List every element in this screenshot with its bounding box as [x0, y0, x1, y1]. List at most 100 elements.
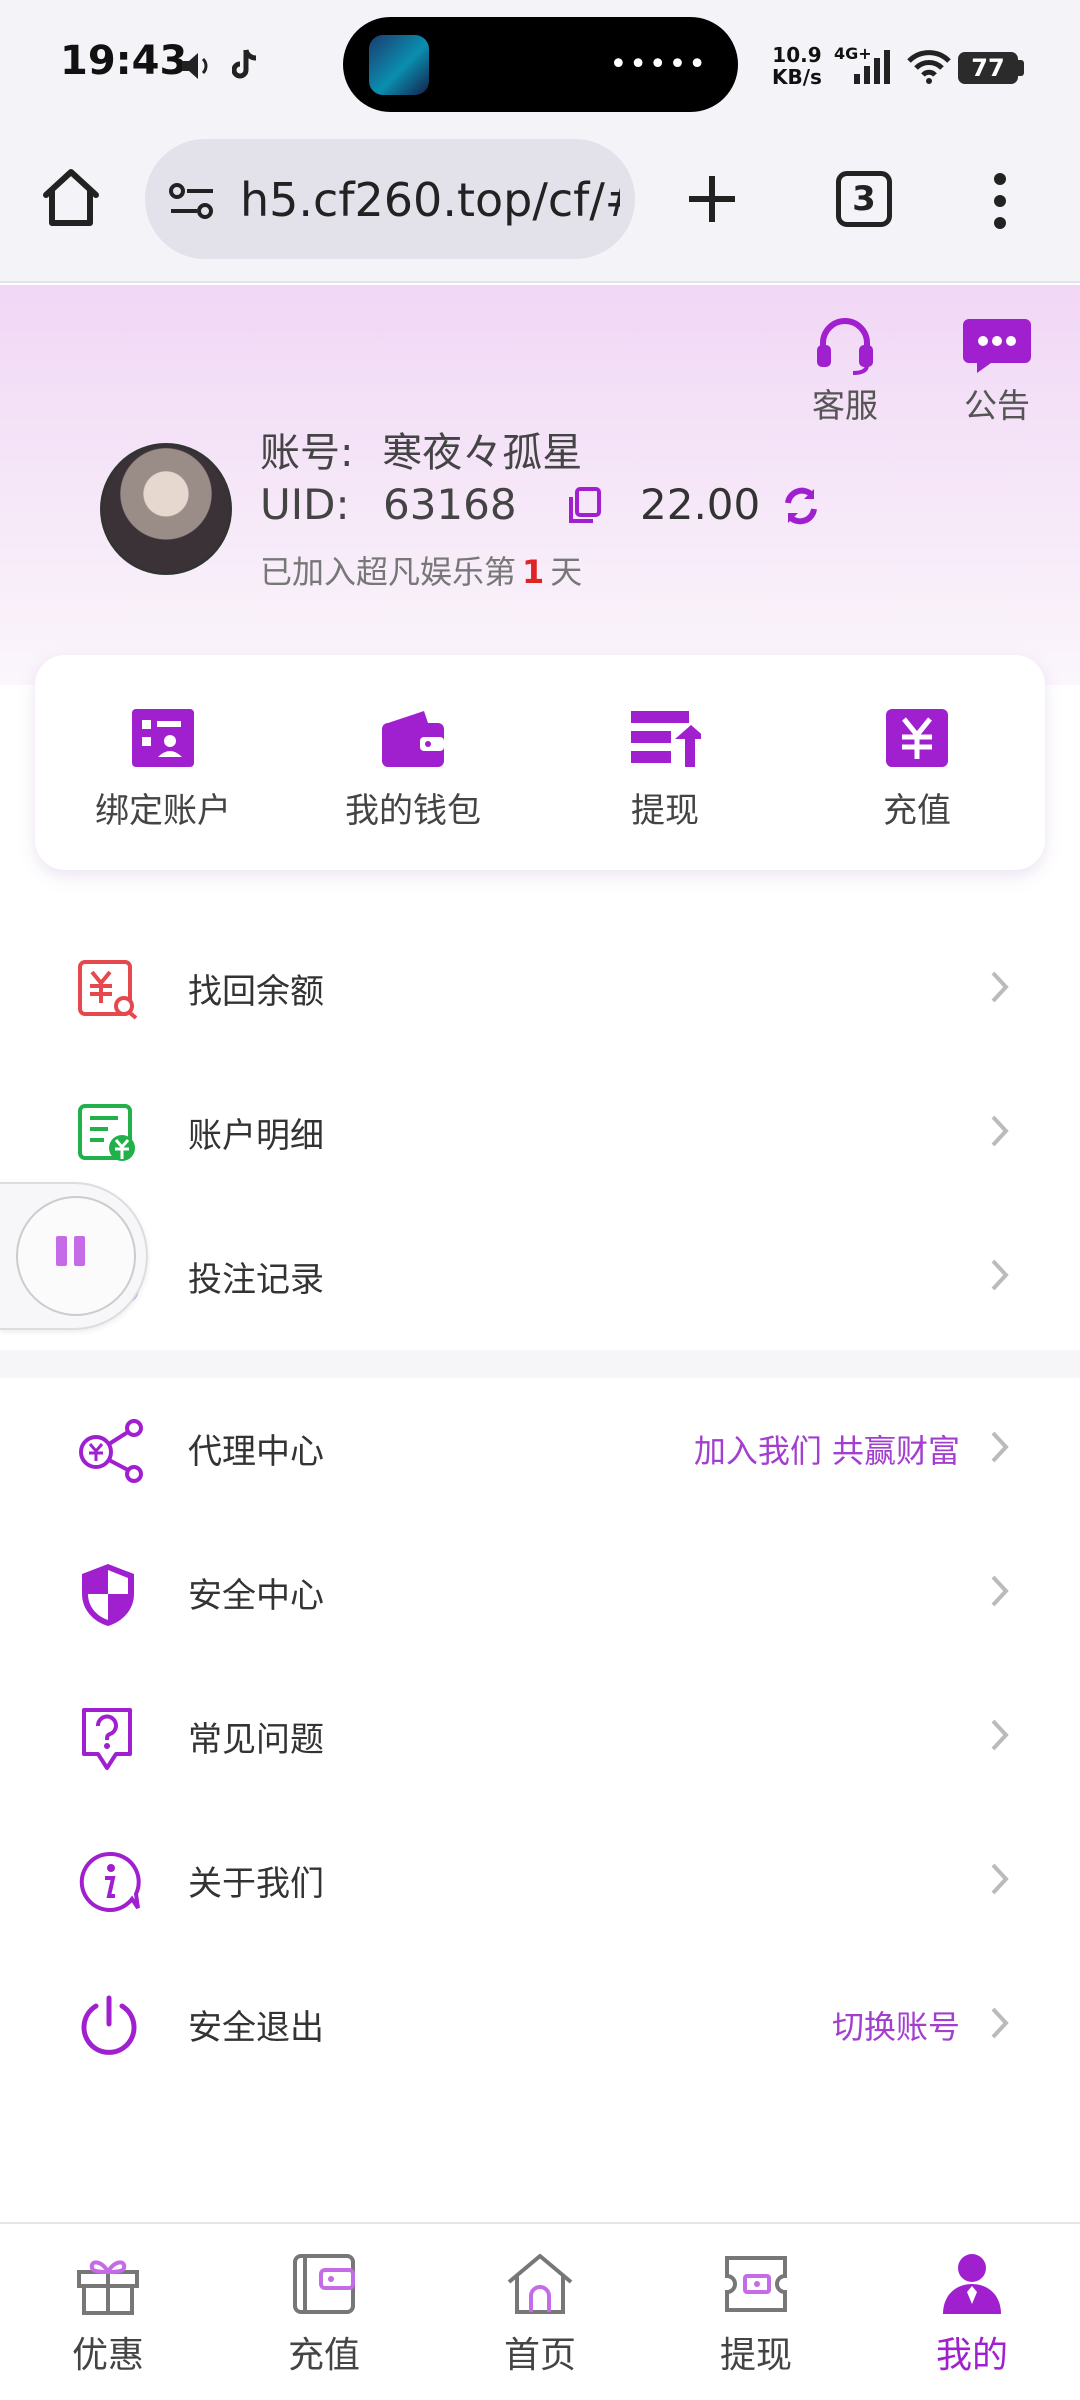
chevron-right-icon — [990, 970, 1010, 1004]
nav-promotions[interactable]: 优惠 — [38, 2252, 178, 2378]
menu-security-center[interactable]: 安全中心 — [0, 1522, 1080, 1666]
quick-label: 绑定账户 — [95, 791, 231, 831]
quick-bind-account[interactable]: 绑定账户 — [73, 707, 253, 832]
days-prefix: 已加入超凡娱乐第 — [260, 553, 517, 591]
bind-account-icon — [132, 709, 194, 767]
tab-switcher-button[interactable]: 3 — [836, 171, 892, 227]
menu-label: 代理中心 — [188, 1432, 324, 1472]
account-details-icon — [78, 1102, 138, 1164]
nav-mine[interactable]: 我的 — [902, 2252, 1042, 2378]
nav-withdraw[interactable]: 提现 — [686, 2252, 826, 2378]
tiktok-icon — [232, 48, 260, 82]
new-tab-button[interactable] — [685, 172, 739, 226]
account-name: 寒夜々孤星 — [382, 430, 583, 476]
copy-icon[interactable] — [567, 487, 603, 525]
address-bar[interactable]: h5.cf260.top/cf/# — [145, 139, 635, 259]
menu-faq[interactable]: 常见问题 — [0, 1666, 1080, 1810]
nav-label: 优惠 — [71, 2335, 144, 2376]
browser-toolbar: h5.cf260.top/cf/# 3 — [0, 135, 1080, 283]
uid-row: UID: 63168 — [260, 480, 517, 529]
info-icon — [78, 1850, 142, 1914]
cash-icon — [725, 2256, 787, 2312]
chevron-right-icon — [990, 1718, 1010, 1752]
section-divider — [0, 1350, 1080, 1378]
url-text[interactable]: h5.cf260.top/cf/# — [240, 173, 620, 227]
floating-widget-circle[interactable] — [16, 1196, 136, 1316]
signal-icon — [852, 48, 892, 86]
menu-label: 安全中心 — [188, 1576, 324, 1616]
site-settings-icon[interactable] — [167, 181, 217, 221]
uid-value: 63168 — [382, 480, 517, 529]
chevron-right-icon — [990, 2006, 1010, 2040]
wifi-icon — [906, 50, 952, 84]
notice-label: 公告 — [964, 386, 1030, 425]
account-label: 账号: — [260, 430, 354, 476]
quick-label: 提现 — [631, 791, 699, 831]
days-suffix: 天 — [550, 553, 583, 591]
nav-label: 首页 — [503, 2335, 576, 2376]
floating-pause-widget[interactable] — [0, 1182, 148, 1330]
join-us-link[interactable]: 加入我们 共赢财富 — [694, 1426, 960, 1472]
status-time: 19:43 — [60, 38, 188, 84]
speed-value: 10.9 — [772, 43, 822, 67]
dynamic-island[interactable]: ••••• — [343, 17, 738, 112]
refresh-icon[interactable] — [780, 485, 822, 527]
nav-label: 我的 — [935, 2335, 1008, 2376]
nav-label: 提现 — [719, 2335, 792, 2376]
yuan-icon — [886, 709, 948, 767]
menu-account-details[interactable]: 账户明细 — [0, 1062, 1080, 1206]
customer-service-label: 客服 — [812, 386, 878, 425]
chevron-right-icon — [990, 1258, 1010, 1292]
chevron-right-icon — [990, 1862, 1010, 1896]
menu-about-us[interactable]: 关于我们 — [0, 1810, 1080, 1954]
membership-days: 已加入超凡娱乐第 1 天 — [260, 547, 582, 593]
gift-icon — [77, 2260, 139, 2315]
quick-label: 我的钱包 — [345, 791, 481, 831]
menu-label: 账户明细 — [188, 1116, 324, 1156]
chevron-right-icon — [990, 1430, 1010, 1464]
sound-icon — [180, 50, 214, 82]
wallet-icon — [293, 2254, 355, 2314]
home-icon — [507, 2254, 573, 2314]
battery-level: 77 — [958, 52, 1018, 84]
speed-unit: KB/s — [772, 65, 822, 89]
menu-agent-center[interactable]: 代理中心 加入我们 共赢财富 — [0, 1378, 1080, 1522]
menu-logout[interactable]: 安全退出 切换账号 — [0, 1954, 1080, 2098]
shield-icon — [78, 1562, 138, 1628]
customer-service-button[interactable]: 客服 — [800, 315, 890, 427]
chevron-right-icon — [990, 1114, 1010, 1148]
withdraw-icon — [631, 711, 701, 767]
days-count: 1 — [522, 553, 545, 591]
island-dots: ••••• — [609, 47, 708, 82]
network-speed: 10.9 KB/s — [772, 44, 822, 88]
account-row: 账号: 寒夜々孤星 — [260, 420, 582, 478]
avatar[interactable] — [100, 443, 232, 575]
wallet-icon — [382, 711, 444, 767]
profile-header: 客服 公告 账号: 寒夜々孤星 UID: 63168 22.00 已加入超凡娱乐… — [0, 285, 1080, 685]
menu-recover-balance[interactable]: 找回余额 — [0, 918, 1080, 1062]
menu-label: 找回余额 — [188, 972, 324, 1012]
nav-home[interactable]: 首页 — [470, 2252, 610, 2378]
more-menu-icon[interactable] — [990, 171, 1010, 231]
recover-balance-icon — [78, 958, 138, 1020]
menu-label: 安全退出 — [188, 2008, 324, 2048]
question-icon — [78, 1706, 138, 1772]
menu-bet-records[interactable]: 投注记录 — [0, 1206, 1080, 1350]
media-thumbnail[interactable] — [369, 35, 429, 95]
quick-recharge[interactable]: 充值 — [827, 707, 1007, 832]
browser-home-button[interactable] — [40, 167, 102, 229]
notice-button[interactable]: 公告 — [952, 315, 1042, 427]
menu-label: 关于我们 — [188, 1864, 324, 1904]
bottom-navigation: 优惠 充值 首页 提现 我的 — [0, 2222, 1080, 2400]
nav-recharge[interactable]: 充值 — [254, 2252, 394, 2378]
quick-actions-card: 绑定账户 我的钱包 提现 充值 — [35, 655, 1045, 870]
power-icon — [78, 1994, 140, 2056]
quick-withdraw[interactable]: 提现 — [575, 707, 755, 832]
switch-account-link[interactable]: 切换账号 — [832, 2002, 960, 2048]
quick-label: 充值 — [883, 791, 951, 831]
menu-label: 常见问题 — [188, 1720, 324, 1760]
agent-share-icon — [78, 1418, 148, 1484]
balance-value: 22.00 — [640, 480, 761, 529]
quick-wallet[interactable]: 我的钱包 — [323, 707, 503, 832]
user-icon — [943, 2254, 1001, 2314]
